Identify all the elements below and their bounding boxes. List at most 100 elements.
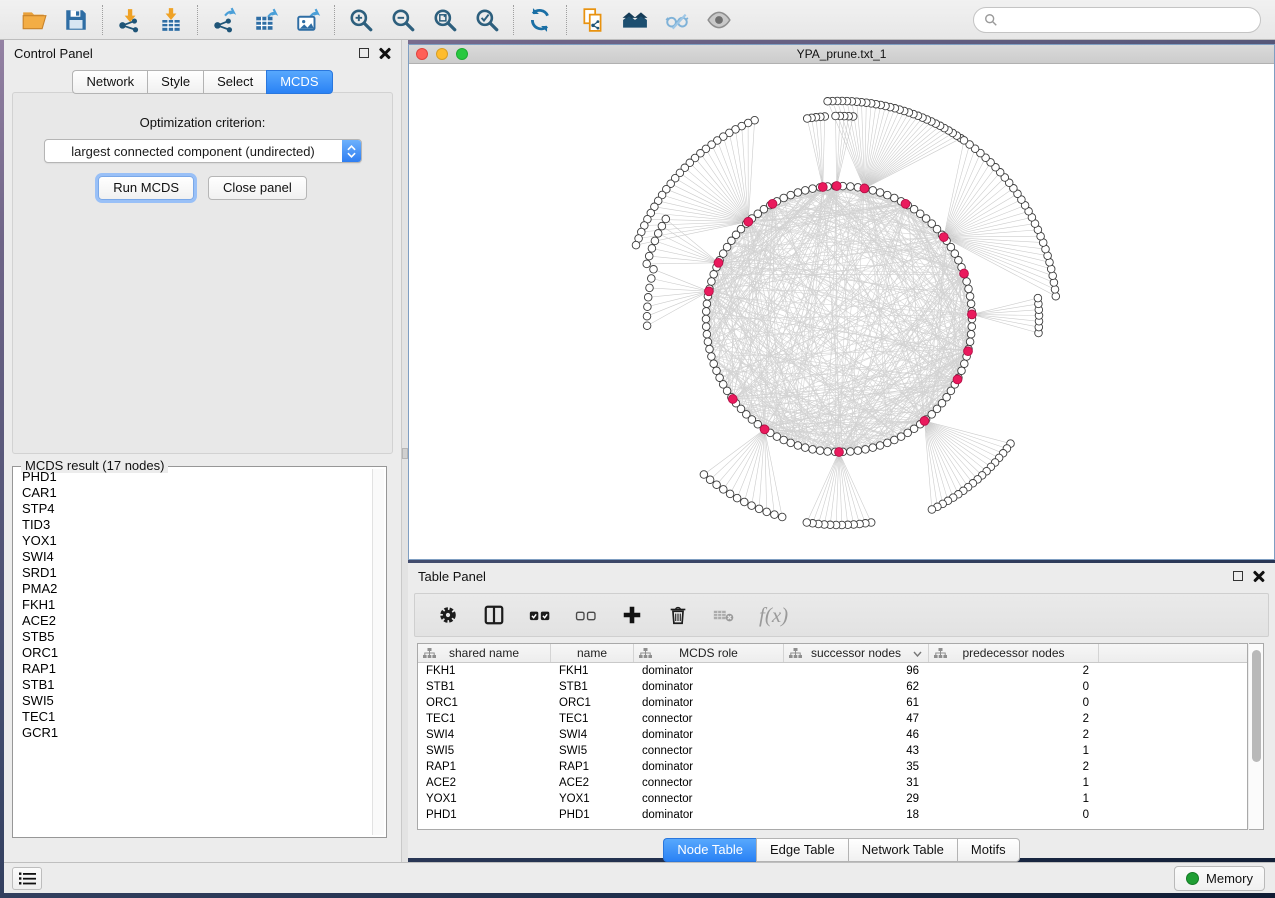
mcds-result-item[interactable]: PMA2 [15,581,372,597]
search-box[interactable] [973,7,1261,33]
mcds-result-item[interactable]: FKH1 [15,597,372,613]
deselect-all-button[interactable] [575,604,597,626]
column-header-shared-name[interactable]: shared name [418,644,551,662]
mcds-result-list[interactable]: PHD1CAR1STP4TID3YOX1SWI4SRD1PMA2FKH1ACE2… [15,469,372,835]
mcds-result-item[interactable]: PHD1 [15,469,372,485]
zoom-in-button[interactable] [345,5,377,35]
network-window-titlebar[interactable]: YPA_prune.txt_1 [409,45,1274,64]
network-canvas[interactable] [409,64,1274,559]
export-network-button[interactable] [208,5,240,35]
table-cell: connector [634,743,784,759]
export-table-button[interactable] [250,5,282,35]
table-cell: PHD1 [551,807,634,823]
table-scrollbar-thumb[interactable] [1252,650,1261,762]
table-cell: RAP1 [551,759,634,775]
refresh-button[interactable] [524,5,556,35]
refresh-icon [527,7,553,33]
columns-button[interactable] [483,604,505,626]
table-tab-network-table[interactable]: Network Table [848,838,957,862]
table-row[interactable]: ORC1ORC1dominator610 [418,695,1247,711]
tab-style[interactable]: Style [147,70,203,94]
mcds-result-item[interactable]: TID3 [15,517,372,533]
table-cell: 2 [929,759,1099,775]
mcds-result-item[interactable]: YOX1 [15,533,372,549]
tab-select[interactable]: Select [203,70,266,94]
mcds-result-item[interactable]: ACE2 [15,613,372,629]
mcds-result-item[interactable]: STB1 [15,677,372,693]
duplicate-network-button[interactable] [577,5,609,35]
float-panel-icon[interactable] [359,48,369,58]
mcds-result-scrollbar[interactable] [372,469,384,835]
zoom-out-button[interactable] [387,5,419,35]
table-cell: ORC1 [551,695,634,711]
table-tab-edge-table[interactable]: Edge Table [756,838,848,862]
tab-network[interactable]: Network [72,70,147,94]
table-cell: PHD1 [418,807,551,823]
search-input[interactable] [1004,13,1250,28]
close-panel-icon[interactable] [1253,570,1265,582]
table-cell: 43 [784,743,929,759]
mcds-result-item[interactable]: STP4 [15,501,372,517]
table-row[interactable]: STB1STB1dominator620 [418,679,1247,695]
add-icon [621,604,643,626]
table-tab-motifs[interactable]: Motifs [957,838,1020,862]
delete-column-button[interactable] [667,604,689,626]
criterion-select[interactable]: largest connected component (undirected) [44,139,362,163]
run-mcds-button[interactable]: Run MCDS [98,176,194,200]
mcds-result-item[interactable]: RAP1 [15,661,372,677]
table-row[interactable]: PHD1PHD1dominator180 [418,807,1247,823]
zoom-selected-button[interactable] [471,5,503,35]
mcds-result-item[interactable]: SWI5 [15,693,372,709]
mcds-result-item[interactable]: SWI4 [15,549,372,565]
memory-button[interactable]: Memory [1174,866,1265,891]
open-file-button[interactable] [18,5,50,35]
table-scrollbar[interactable] [1249,643,1264,830]
import-network-button[interactable] [113,5,145,35]
mcds-result-item[interactable]: STB5 [15,629,372,645]
zoom-in-icon [348,7,374,33]
table-panel-header: Table Panel [408,563,1275,589]
close-panel-button[interactable]: Close panel [208,176,307,200]
table-row[interactable]: TEC1TEC1connector472 [418,711,1247,727]
table-cell: FKH1 [418,663,551,679]
task-history-button[interactable] [12,867,42,890]
column-header-MCDS-role[interactable]: MCDS role [634,644,784,662]
network-window: YPA_prune.txt_1 [408,44,1275,560]
table-toolbar: f(x) [414,593,1269,637]
select-all-button[interactable] [529,604,551,626]
table-row[interactable]: RAP1RAP1dominator352 [418,759,1247,775]
show-all-button[interactable] [703,5,735,35]
duplicate-network-icon [580,7,606,33]
table-tab-node-table[interactable]: Node Table [663,838,756,862]
node-table-body: FKH1FKH1dominator962STB1STB1dominator620… [418,663,1247,823]
close-panel-icon[interactable] [379,47,391,59]
column-header-predecessor-nodes[interactable]: predecessor nodes [929,644,1099,662]
table-row[interactable]: SWI4SWI4dominator462 [418,727,1247,743]
save-button[interactable] [60,5,92,35]
import-table-button[interactable] [155,5,187,35]
tab-mcds[interactable]: MCDS [266,70,332,94]
gear-button[interactable] [437,604,459,626]
table-row[interactable]: FKH1FKH1dominator962 [418,663,1247,679]
zoom-selected-icon [474,7,500,33]
export-image-button[interactable] [292,5,324,35]
column-header-name[interactable]: name [551,644,634,662]
mcds-result-item[interactable]: CAR1 [15,485,372,501]
mcds-result-item[interactable]: SRD1 [15,565,372,581]
table-cell: 35 [784,759,929,775]
table-cell: SWI5 [418,743,551,759]
table-row[interactable]: YOX1YOX1connector291 [418,791,1247,807]
hide-selected-button[interactable] [661,5,693,35]
delete-table-button[interactable] [713,604,735,626]
table-row[interactable]: ACE2ACE2connector311 [418,775,1247,791]
mcds-result-item[interactable]: TEC1 [15,709,372,725]
column-header-successor-nodes[interactable]: successor nodes [784,644,929,662]
first-neighbors-button[interactable] [619,5,651,35]
table-row[interactable]: SWI5SWI5connector431 [418,743,1247,759]
float-panel-icon[interactable] [1233,571,1243,581]
mcds-result-item[interactable]: ORC1 [15,645,372,661]
zoom-fit-button[interactable] [429,5,461,35]
mcds-result-item[interactable]: GCR1 [15,725,372,741]
add-column-button[interactable] [621,604,643,626]
function-builder-button[interactable]: f(x) [759,603,788,628]
